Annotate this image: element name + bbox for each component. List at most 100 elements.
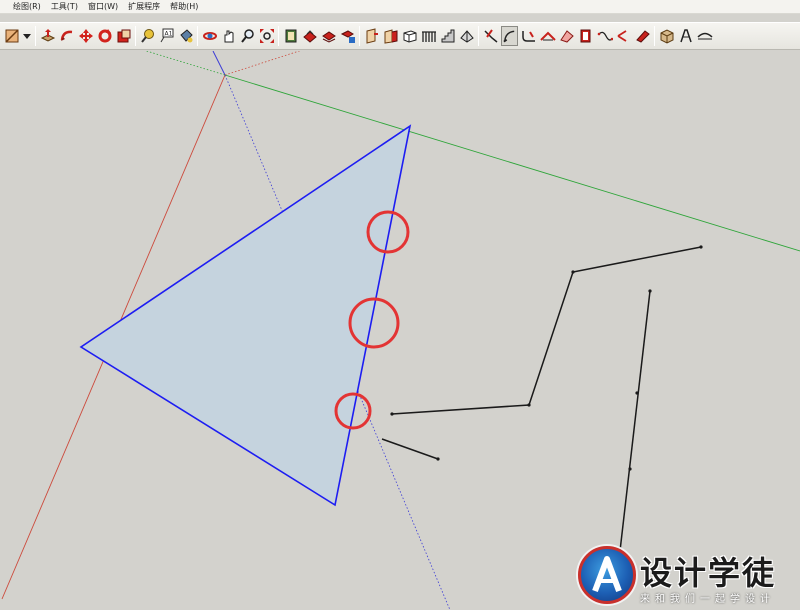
line-tool-button[interactable] [3,26,20,46]
railing-button[interactable] [420,26,437,46]
dimension-icon: A1 [160,28,173,43]
path-button[interactable] [577,26,594,46]
ellipse-icon [696,32,713,40]
fillet-icon [521,31,535,42]
paint-bucket-icon [179,29,193,43]
rotate-button[interactable] [96,26,113,46]
warehouse-icon [302,30,317,43]
tape-measure-button[interactable] [139,26,156,46]
roof-icon [459,30,474,43]
watermark-subtitle: 来和我们一起学设计 [640,594,775,605]
menu-window[interactable]: 窗口(W) [83,0,123,14]
section-display-button[interactable] [382,26,399,46]
zoom-extents-button[interactable] [258,26,275,46]
edge-vertex [436,457,440,461]
pan-icon [224,30,233,43]
share-model-icon [340,30,355,43]
edge-vertex [390,412,394,416]
eraser-button[interactable] [615,26,632,46]
fillet-button[interactable] [520,26,537,46]
section-display-icon [384,29,397,44]
round-corner-button[interactable] [658,26,675,46]
warehouse-button[interactable] [301,26,318,46]
watermark-logo [578,546,636,604]
zoom-extents-icon [259,29,274,43]
push-pull-button[interactable] [39,26,56,46]
section-plane-icon [366,28,378,44]
menu-draw[interactable]: 绘图(R) [8,0,46,14]
scale-button[interactable] [115,26,132,46]
zigzag-edge[interactable] [391,246,702,415]
component-icon [285,29,296,43]
move-button[interactable] [77,26,94,46]
stairs-button[interactable] [439,26,456,46]
bezier-button[interactable] [596,26,613,46]
get-models-icon [321,31,336,43]
scale-icon [117,29,130,43]
line-tool-icon [4,29,19,43]
red-axis-dashed [224,51,301,76]
railing-icon [421,31,436,42]
follow-me-button[interactable] [58,26,75,46]
tube-button[interactable] [677,26,694,46]
logo-a-icon [592,556,622,593]
paint-bucket-button[interactable] [177,26,194,46]
watermark-title: 设计学徒 [640,554,777,592]
push-pull-icon [40,29,55,42]
short-edge[interactable] [381,438,439,460]
get-models-button[interactable] [320,26,337,46]
extrude-button[interactable] [558,26,575,46]
extrude-icon [559,30,574,43]
solid-tool-button[interactable] [634,26,651,46]
orbit-button[interactable] [201,26,218,46]
box-icon [403,30,416,43]
vertical-edge[interactable] [619,290,651,552]
arc-curve-icon [503,30,515,43]
tape-measure-icon [140,29,154,43]
tube-icon [679,29,692,43]
chamfer-icon [539,31,556,41]
watermark: 设计学徒 来和我们一起学设计 [578,544,793,606]
svg-text:A1: A1 [164,31,172,38]
move-icon [78,29,93,43]
stairs-icon [441,29,454,43]
weld-edges-button[interactable] [482,26,499,46]
edge-vertex [635,391,639,395]
green-axis-dashed [145,51,226,76]
solid-tool-icon [635,30,650,43]
viewport-drawing [1,51,800,610]
model-viewport[interactable] [0,51,800,610]
component-button[interactable] [282,26,299,46]
zoom-icon [240,29,254,43]
round-corner-icon [660,29,673,44]
eraser-icon [617,30,626,42]
blue-axis [212,51,226,76]
orbit-icon [202,32,217,40]
dimension-button[interactable]: A1 [158,26,175,46]
menu-extensions[interactable]: 扩展程序 [123,0,165,14]
section-plane-button[interactable] [363,26,380,46]
edge-vertex [571,270,575,274]
pan-button[interactable] [220,26,237,46]
tool-dropdown-button[interactable] [22,26,32,46]
menu-bar: 绘图(R) 工具(T) 窗口(W) 扩展程序 帮助(H) [0,0,800,14]
triangle-face[interactable] [79,124,412,507]
edge-vertex [648,289,652,293]
extra-tool-button[interactable] [696,26,713,46]
rotate-icon [98,29,111,43]
roof-button[interactable] [458,26,475,46]
menu-help[interactable]: 帮助(H) [165,0,203,14]
share-model-button[interactable] [339,26,356,46]
chamfer-button[interactable] [539,26,556,46]
box-button[interactable] [401,26,418,46]
bezier-icon [597,31,613,41]
edge-vertex [628,467,632,471]
follow-me-icon [60,30,72,41]
menu-tools[interactable]: 工具(T) [46,0,83,14]
arc-curve-button[interactable] [501,26,518,46]
edge-vertex [527,403,531,407]
dropdown-arrow-icon [23,34,31,39]
zoom-button[interactable] [239,26,256,46]
weld-edges-icon [483,29,497,43]
edge-vertex [699,245,703,249]
